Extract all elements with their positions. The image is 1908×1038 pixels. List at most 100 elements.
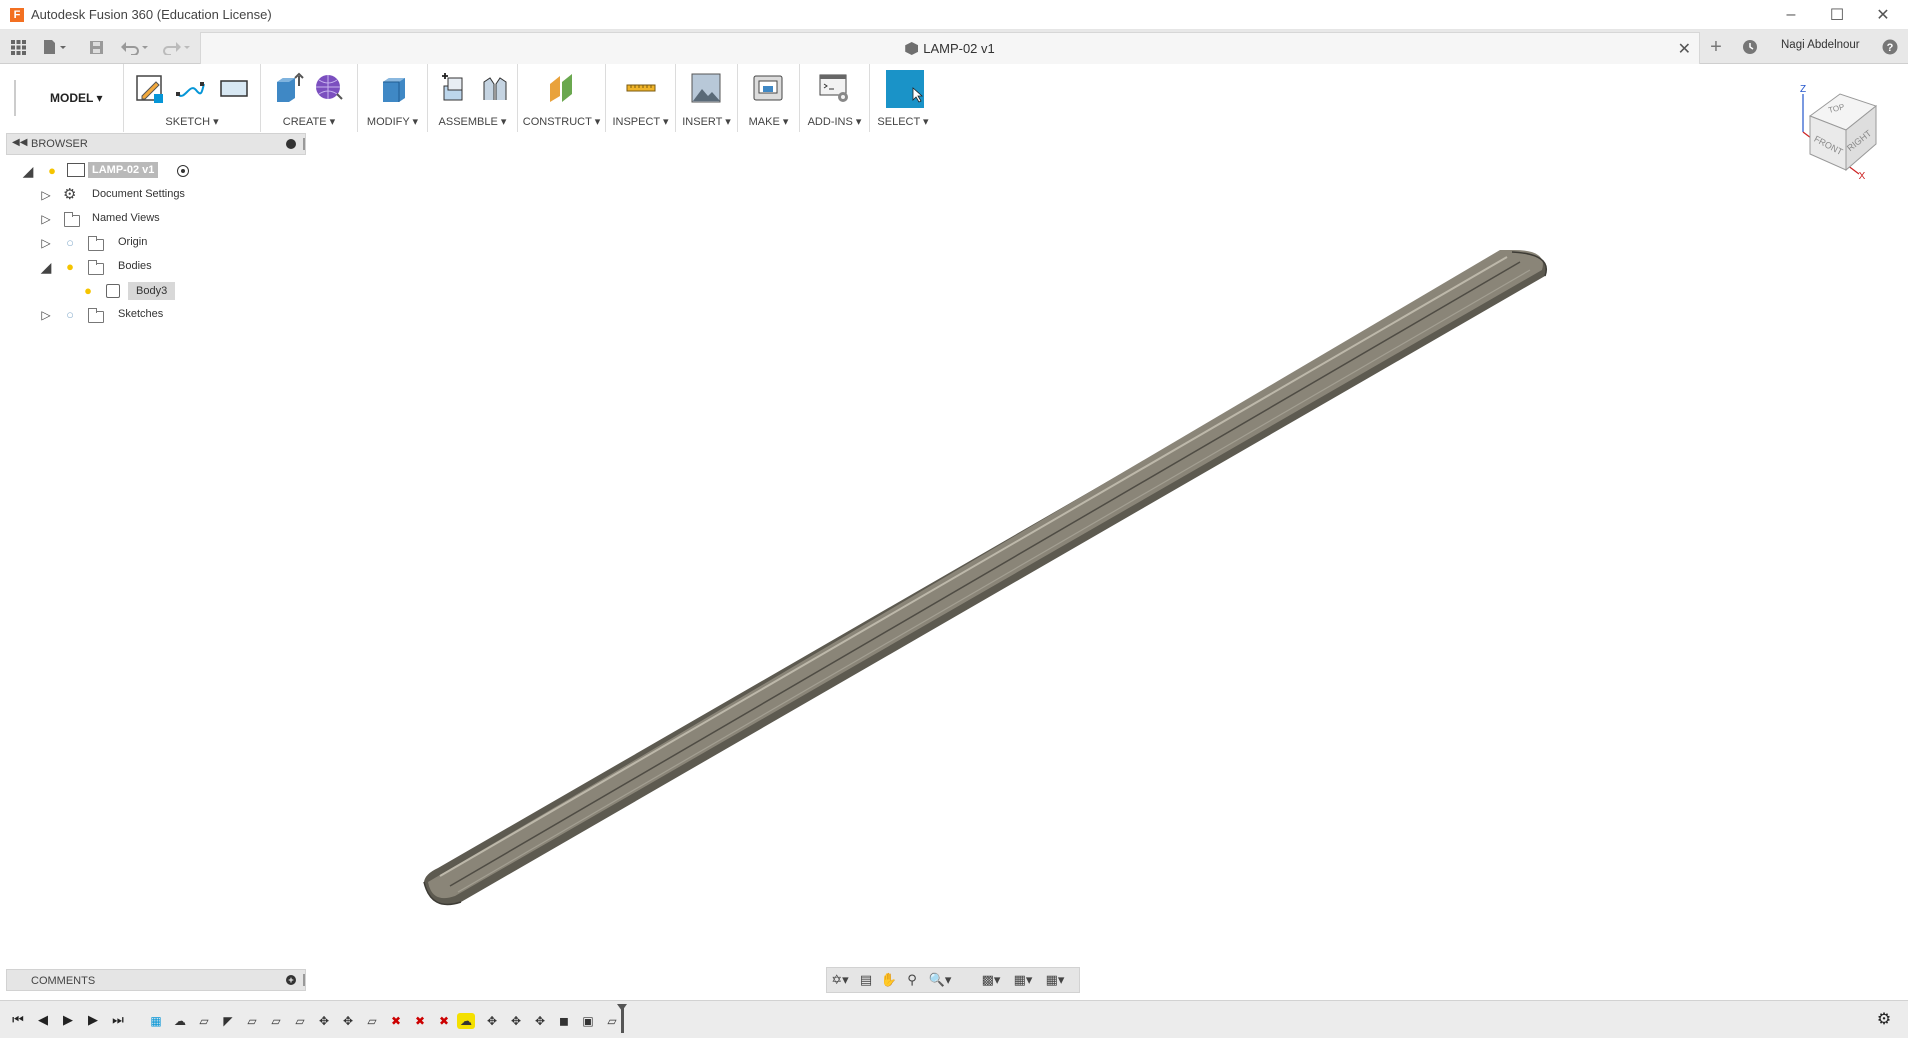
grid-snaps-icon[interactable]: ▦▾ <box>1009 972 1037 990</box>
tree-node-document-settings[interactable]: ▷ ⚙ Document Settings <box>0 184 300 206</box>
timeline-move-icon[interactable]: ✥ <box>507 1013 525 1029</box>
tree-node-body3[interactable]: ● Body3 <box>0 280 300 302</box>
timeline-error-feature-icon[interactable]: ✖ <box>387 1013 405 1029</box>
document-tab[interactable]: LAMP-02 v1 ✕ <box>200 32 1700 64</box>
timeline-extrude-icon[interactable]: ▱ <box>363 1013 381 1029</box>
user-name[interactable]: Nagi Abdelnour <box>1781 39 1860 51</box>
named-views-label[interactable]: Named Views <box>88 210 164 226</box>
play-icon[interactable]: ▶ <box>60 1012 76 1028</box>
modify-menu-label[interactable]: MODIFY ▾ <box>358 115 427 128</box>
help-icon[interactable]: ? <box>1880 37 1900 57</box>
minimize-button[interactable]: – <box>1768 0 1814 30</box>
document-settings-label[interactable]: Document Settings <box>88 186 189 202</box>
file-menu-icon[interactable] <box>40 37 70 57</box>
look-at-icon[interactable]: ▤ <box>855 972 877 990</box>
visibility-bulb-off-icon[interactable]: ○ <box>63 307 77 323</box>
3d-print-icon[interactable] <box>752 72 784 104</box>
zoom-window-icon[interactable]: 🔍▾ <box>925 972 955 990</box>
go-to-end-icon[interactable]: ⏭ <box>110 1012 126 1028</box>
extrude-icon[interactable] <box>273 72 305 104</box>
offset-plane-icon[interactable] <box>546 72 578 104</box>
timeline-move-icon[interactable]: ✥ <box>531 1013 549 1029</box>
timeline-extrude-icon[interactable]: ▱ <box>195 1013 213 1029</box>
tree-node-origin[interactable]: ▷ ○ Origin <box>0 232 300 254</box>
sketches-label[interactable]: Sketches <box>114 306 167 322</box>
sketch-rectangle-icon[interactable] <box>218 72 250 104</box>
addins-group[interactable]: ADD-INS ▾ <box>800 64 870 132</box>
timeline-marker-head[interactable] <box>617 1004 627 1011</box>
timeline-shell-icon[interactable]: ▣ <box>579 1013 597 1029</box>
pan-hand-icon[interactable]: ✋ <box>878 972 900 990</box>
make-group[interactable]: MAKE ▾ <box>738 64 800 132</box>
bodies-label[interactable]: Bodies <box>114 258 156 274</box>
create-menu-label[interactable]: CREATE ▾ <box>261 115 357 128</box>
browser-resize-handle[interactable] <box>303 138 305 150</box>
expand-triangle-icon[interactable]: ▷ <box>39 236 53 250</box>
tree-node-sketches[interactable]: ▷ ○ Sketches <box>0 304 300 326</box>
sketch-group[interactable]: SKETCH ▾ <box>124 64 261 132</box>
select-menu-label[interactable]: SELECT ▾ <box>870 115 936 128</box>
zoom-icon[interactable]: ⚲ <box>901 972 923 990</box>
insert-menu-label[interactable]: INSERT ▾ <box>676 115 737 128</box>
timeline-move-icon[interactable]: ✥ <box>315 1013 333 1029</box>
construct-group[interactable]: CONSTRUCT ▾ <box>518 64 606 132</box>
joint-icon[interactable] <box>478 72 510 104</box>
visibility-bulb-icon[interactable]: ● <box>63 259 77 275</box>
sketch-spline-icon[interactable] <box>174 72 206 104</box>
visibility-bulb-icon[interactable]: ● <box>45 163 59 179</box>
select-tool-icon[interactable] <box>886 70 924 108</box>
step-forward-icon[interactable]: ▶ <box>85 1012 101 1028</box>
step-back-icon[interactable]: ◀ <box>35 1012 51 1028</box>
modify-group[interactable]: MODIFY ▾ <box>358 64 428 132</box>
inspect-group[interactable]: INSPECT ▾ <box>606 64 676 132</box>
tree-node-root[interactable]: ◢ ● LAMP-02 v1 <box>0 160 300 182</box>
add-comment-plus-icon[interactable]: + <box>286 975 296 985</box>
root-node-label[interactable]: LAMP-02 v1 <box>88 162 159 178</box>
timeline-move-icon[interactable]: ✥ <box>339 1013 357 1029</box>
inspect-menu-label[interactable]: INSPECT ▾ <box>606 115 675 128</box>
timeline-move-icon[interactable]: ✥ <box>483 1013 501 1029</box>
timeline-extrude-icon[interactable]: ▱ <box>291 1013 309 1029</box>
timeline-combine-icon[interactable]: ◼ <box>555 1013 573 1029</box>
visibility-bulb-off-icon[interactable]: ○ <box>63 235 77 251</box>
tree-node-named-views[interactable]: ▷ Named Views <box>0 208 300 230</box>
timeline-extrude-icon[interactable]: ▱ <box>603 1013 621 1029</box>
construct-menu-label[interactable]: CONSTRUCT ▾ <box>518 115 605 128</box>
collapse-triangle-icon[interactable]: ◢ <box>21 164 35 178</box>
viewports-icon[interactable]: ▦▾ <box>1041 972 1069 990</box>
expand-triangle-icon[interactable]: ▷ <box>39 188 53 202</box>
timeline-extrude-icon[interactable]: ▱ <box>267 1013 285 1029</box>
new-tab-plus-icon[interactable]: + <box>1705 36 1727 58</box>
sketch-menu-label[interactable]: SKETCH ▾ <box>124 115 260 128</box>
timeline-fillet-icon[interactable]: ◤ <box>219 1013 237 1029</box>
go-to-start-icon[interactable]: ⏮ <box>10 1012 26 1028</box>
expand-triangle-icon[interactable]: ▷ <box>39 212 53 226</box>
workspace-label[interactable]: MODEL ▾ <box>50 91 102 105</box>
visibility-bulb-icon[interactable]: ● <box>81 283 95 299</box>
timeline-error-feature-icon[interactable]: ✖ <box>411 1013 429 1029</box>
timeline-active-feature-icon[interactable]: ☁ <box>457 1013 475 1029</box>
press-pull-icon[interactable] <box>377 72 409 104</box>
close-tab-icon[interactable]: ✕ <box>1678 39 1691 59</box>
redo-icon[interactable] <box>160 37 196 57</box>
body3-solid[interactable] <box>423 250 1547 906</box>
browser-collapse-minus-icon[interactable] <box>286 139 296 149</box>
assemble-group[interactable]: ASSEMBLE ▾ <box>428 64 518 132</box>
select-group[interactable]: SELECT ▾ <box>870 64 936 132</box>
insert-group[interactable]: INSERT ▾ <box>676 64 738 132</box>
timeline-sketch-icon[interactable]: ▦ <box>147 1013 165 1029</box>
timeline-extrude-icon[interactable]: ▱ <box>243 1013 261 1029</box>
timeline-error-feature-icon[interactable]: ✖ <box>435 1013 453 1029</box>
viewcube[interactable]: TOP FRONT RIGHT Z X <box>1790 80 1890 182</box>
collapse-browser-icon[interactable]: ◀◀ <box>12 137 27 148</box>
new-component-icon[interactable] <box>438 72 470 104</box>
expand-triangle-icon[interactable]: ▷ <box>39 308 53 322</box>
timeline-settings-gear-icon[interactable]: ⚙ <box>1876 1012 1892 1028</box>
maximize-button[interactable]: ☐ <box>1814 0 1860 30</box>
collapse-triangle-icon[interactable]: ◢ <box>39 260 53 274</box>
workspace-switcher[interactable]: MODEL ▾ <box>6 64 124 132</box>
form-sphere-icon[interactable] <box>313 72 345 104</box>
data-panel-grid-icon[interactable] <box>8 37 28 57</box>
activate-radio-icon[interactable] <box>177 165 189 177</box>
comments-resize-handle[interactable] <box>303 974 305 986</box>
